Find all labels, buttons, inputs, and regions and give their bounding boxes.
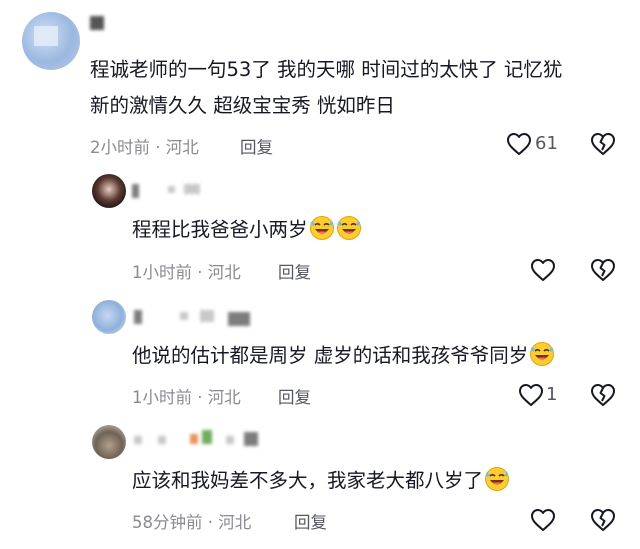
heart-outline-icon[interactable] (518, 383, 544, 407)
broken-heart-icon[interactable] (590, 132, 616, 156)
comment-meta: 1小时前 · 河北 (132, 384, 241, 408)
username-obscured[interactable] (132, 184, 139, 198)
comment-meta: 2小时前 · 河北 (90, 134, 199, 158)
comment-location: 河北 (218, 513, 252, 532)
avatar[interactable] (92, 174, 126, 208)
comment-time: 1小时前 (132, 388, 192, 407)
heart-outline-icon[interactable] (530, 508, 556, 532)
username-obscured[interactable] (158, 436, 166, 444)
username-obscured[interactable] (168, 186, 175, 193)
comment-location: 河北 (207, 388, 241, 407)
reply-button[interactable]: 回复 (294, 509, 327, 533)
username-obscured[interactable] (190, 434, 198, 444)
comment-meta: 58分钟前 · 河北 (132, 509, 251, 533)
like-count: 1 (546, 384, 558, 405)
reply-text-content: 他说的估计都是周岁 虚岁的话和我孩爷爷同岁 (132, 344, 529, 367)
comment-time: 1小时前 (132, 263, 192, 282)
username-obscured[interactable] (200, 310, 214, 322)
laughing-crying-emoji-icon (530, 342, 555, 366)
comment-time: 58分钟前 (132, 513, 203, 532)
like-count: 61 (535, 133, 558, 154)
comment-meta: 1小时前 · 河北 (132, 259, 241, 283)
meta-separator: · (155, 138, 161, 157)
avatar[interactable] (22, 12, 80, 70)
reply-button[interactable]: 回复 (240, 134, 273, 158)
broken-heart-icon[interactable] (590, 383, 616, 407)
username-obscured[interactable] (244, 432, 258, 446)
comment-location: 河北 (207, 263, 241, 282)
reply-button[interactable]: 回复 (278, 259, 311, 283)
username-obscured[interactable] (226, 436, 234, 444)
avatar[interactable] (92, 425, 126, 459)
reply-button[interactable]: 回复 (278, 384, 311, 408)
heart-outline-icon[interactable] (530, 258, 556, 282)
username-obscured[interactable] (184, 184, 200, 194)
username-obscured[interactable] (134, 310, 142, 324)
heart-outline-icon[interactable] (506, 132, 532, 156)
comment-location: 河北 (165, 138, 199, 157)
reply-text-content: 程程比我爸爸小两岁 (132, 218, 308, 241)
username-obscured[interactable] (90, 16, 104, 30)
comment-text-line-1: 程诚老师的一句53了 我的天哪 时间过的太快了 记忆犹 (90, 58, 563, 81)
laughing-crying-emoji-icon (485, 467, 510, 491)
meta-separator: · (197, 388, 203, 407)
username-obscured[interactable] (202, 430, 212, 444)
broken-heart-icon[interactable] (590, 258, 616, 282)
reply-text: 程程比我爸爸小两岁 (132, 213, 362, 246)
username-obscured[interactable] (180, 312, 188, 320)
reply-text: 应该和我妈差不多大，我家老大都八岁了 (132, 464, 510, 497)
broken-heart-icon[interactable] (590, 508, 616, 532)
laughing-crying-emoji-icon (309, 216, 334, 240)
comment-text-line-2: 新的激情久久 超级宝宝秀 恍如昨日 (90, 94, 395, 117)
username-obscured[interactable] (134, 436, 142, 444)
avatar[interactable] (92, 300, 126, 334)
meta-separator: · (207, 513, 213, 532)
reply-text-content: 应该和我妈差不多大，我家老大都八岁了 (132, 469, 484, 492)
laughing-crying-emoji-icon (336, 216, 361, 240)
meta-separator: · (197, 263, 203, 282)
comment-time: 2小时前 (90, 138, 150, 157)
username-obscured[interactable] (228, 312, 250, 326)
reply-text: 他说的估计都是周岁 虚岁的话和我孩爷爷同岁 (132, 339, 555, 372)
